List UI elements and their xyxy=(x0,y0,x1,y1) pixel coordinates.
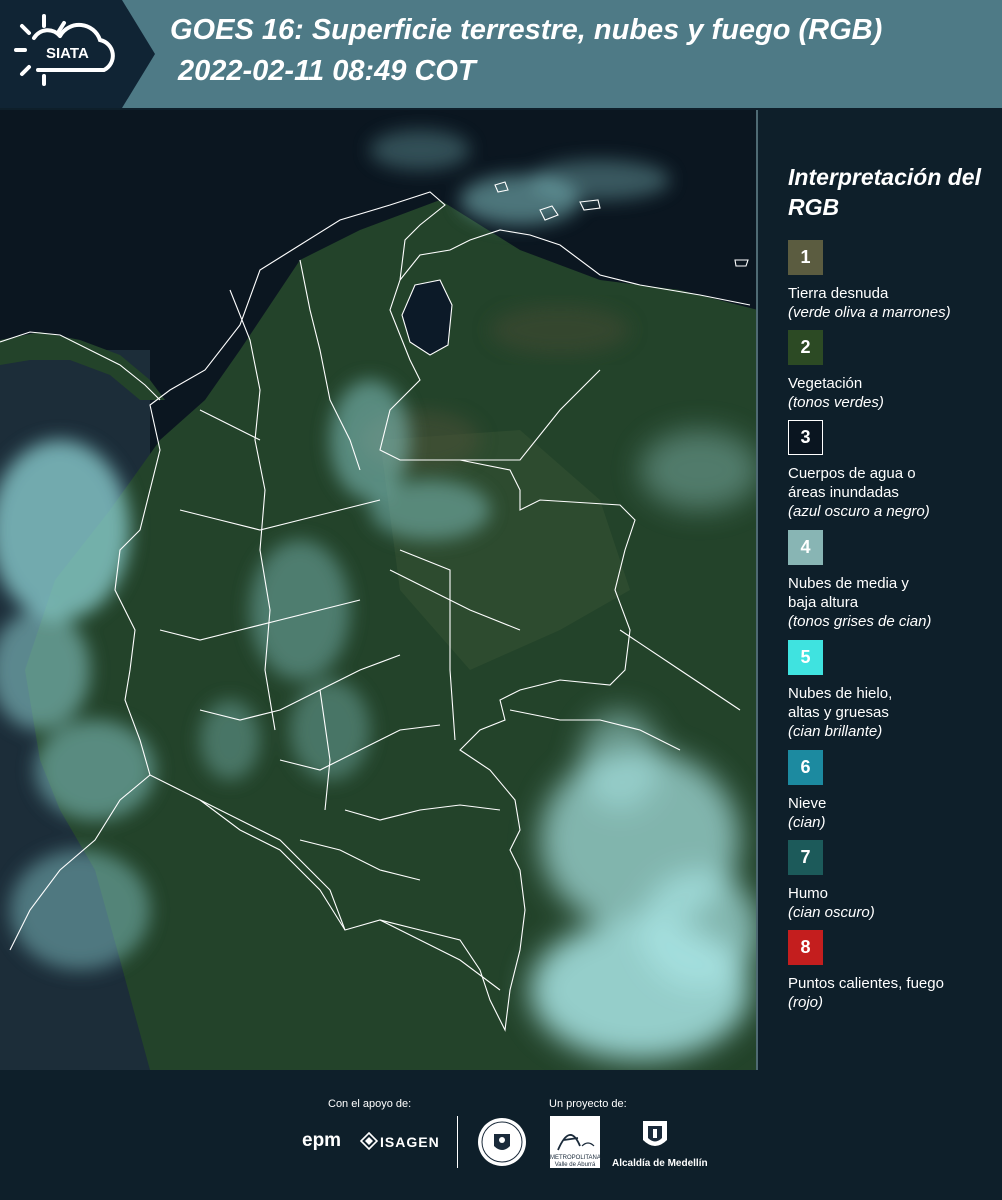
legend-item: 5 Nubes de hielo, altas y gruesas (cian br… xyxy=(788,640,998,741)
legend-name: Nubes de media y baja altura xyxy=(788,575,909,611)
legend-item: 2 Vegetación (tonos verdes) xyxy=(788,330,998,412)
legend-name: Tierra desnuda xyxy=(788,285,889,302)
legend-swatch: 2 xyxy=(788,330,823,365)
legend-name: Cuerpos de agua o áreas inundadas xyxy=(788,465,916,501)
legend-description: (tonos verdes) xyxy=(788,394,884,411)
logo-text: SIATA xyxy=(46,45,89,62)
legend-description: (cian oscuro) xyxy=(788,904,875,921)
legend-name: Humo xyxy=(788,885,829,902)
page-timestamp: 2022-02-11 08:49 COT xyxy=(178,55,476,87)
alcaldia-text: Alcaldía de Medellín xyxy=(612,1158,708,1169)
legend-swatch: 1 xyxy=(788,240,823,275)
page-title: GOES 16: Superficie terrestre, nubes y f… xyxy=(170,14,883,46)
legend-swatch: 4 xyxy=(788,530,823,565)
alcaldia-shield-icon[interactable] xyxy=(640,1118,670,1154)
legend-item: 7 Humo (cian oscuro) xyxy=(788,840,998,922)
legend-item: 6 Nieve (cian) xyxy=(788,750,998,832)
legend-description: (cian) xyxy=(788,814,826,831)
legend-description: (verde oliva a marrones) xyxy=(788,304,951,321)
epm-logo[interactable]: epm xyxy=(302,1130,341,1152)
legend-description: (tonos grises de cian) xyxy=(788,613,932,630)
legend-title: Interpretación del RGB xyxy=(788,164,981,220)
legend-panel: Interpretación del RGB 1 Tierra desnuda (v… xyxy=(760,110,1002,1070)
legend-item: 8 Puntos calientes, fuego (rojo) xyxy=(788,930,998,1012)
legend-item: 1 Tierra desnuda (verde oliva a marrones) xyxy=(788,240,998,322)
amva-text: METROPOLITANA Valle de Aburrá xyxy=(550,1155,601,1168)
isagen-mark-icon xyxy=(360,1132,378,1150)
medellin-seal-icon[interactable] xyxy=(476,1116,528,1168)
legend-name: Vegetación xyxy=(788,375,863,392)
legend-swatch: 3 xyxy=(788,420,823,455)
isagen-logo[interactable]: ISAGEN xyxy=(380,1134,440,1150)
siata-logo[interactable]: SIATA xyxy=(0,0,155,108)
legend-description: (azul oscuro a negro) xyxy=(788,503,930,520)
legend-item: 3 Cuerpos de agua o áreas inundadas (azul … xyxy=(788,420,998,521)
legend-description: (cian brillante) xyxy=(788,723,883,740)
footer-divider xyxy=(457,1116,458,1168)
legend-name: Nubes de hielo, altas y gruesas xyxy=(788,685,893,721)
legend-swatch: 8 xyxy=(788,930,823,965)
legend-description: (rojo) xyxy=(788,994,824,1011)
legend-swatch: 7 xyxy=(788,840,823,875)
legend-swatch: 5 xyxy=(788,640,823,675)
header: SIATA GOES 16: Superficie terrestre, nub… xyxy=(0,0,1002,108)
legend-item: 4 Nubes de media y baja altura (tonos gris… xyxy=(788,530,998,631)
legend-name: Puntos calientes, fuego xyxy=(788,975,944,992)
satellite-image xyxy=(0,110,758,1070)
footer: Con el apoyo de: Un proyecto de: epm ISA… xyxy=(0,1070,1002,1200)
project-label: Un proyecto de: xyxy=(549,1098,627,1110)
satellite-map[interactable] xyxy=(0,110,758,1070)
legend-swatch: 6 xyxy=(788,750,823,785)
legend-name: Nieve xyxy=(788,795,827,812)
support-label: Con el apoyo de: xyxy=(328,1098,412,1110)
